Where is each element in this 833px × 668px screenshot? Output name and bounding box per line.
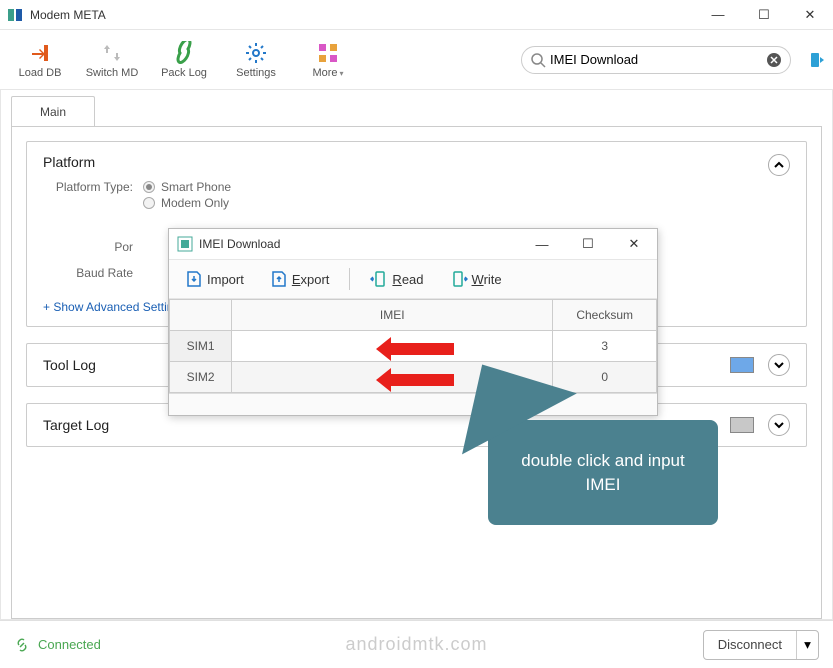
sim2-imei-cell[interactable] xyxy=(232,362,553,393)
port-label: Por xyxy=(43,240,133,254)
more-icon xyxy=(316,41,340,65)
write-icon xyxy=(450,270,468,288)
maximize-button[interactable]: ☐ xyxy=(741,0,787,30)
tab-main[interactable]: Main xyxy=(11,96,95,127)
target-log-title: Target Log xyxy=(43,417,153,433)
dialog-close-button[interactable]: ✕ xyxy=(611,229,657,259)
import-icon xyxy=(185,270,203,288)
toolbar-divider xyxy=(349,268,350,290)
table-row: SIM2 0 xyxy=(170,362,657,393)
search-box[interactable] xyxy=(521,46,791,74)
sim1-label: SIM1 xyxy=(170,331,232,362)
search-input[interactable] xyxy=(546,52,766,67)
pack-log-icon xyxy=(172,41,196,65)
dialog-title: IMEI Download xyxy=(199,237,280,251)
tool-log-collapse-button[interactable] xyxy=(768,354,790,376)
platform-title: Platform xyxy=(43,154,768,170)
load-db-icon xyxy=(28,41,52,65)
export-button[interactable]: Export xyxy=(260,266,340,292)
radio-modem-only[interactable] xyxy=(143,197,155,209)
read-button[interactable]: Read xyxy=(360,266,433,292)
help-icon[interactable] xyxy=(809,52,825,68)
load-db-button[interactable]: Load DB xyxy=(8,34,72,86)
sim1-imei-cell[interactable] xyxy=(232,331,553,362)
switch-md-button[interactable]: Switch MD xyxy=(80,34,144,86)
imei-table: IMEI Checksum SIM1 3 SIM2 xyxy=(169,299,657,393)
write-button[interactable]: Write xyxy=(440,266,512,292)
radio-smart-phone[interactable] xyxy=(143,181,155,193)
dialog-titlebar: IMEI Download — ☐ ✕ xyxy=(169,229,657,259)
close-button[interactable]: ✕ xyxy=(787,0,833,30)
modem-only-label: Modem Only xyxy=(161,196,229,210)
load-db-label: Load DB xyxy=(19,67,62,79)
clear-icon[interactable] xyxy=(766,52,782,68)
sim1-checksum: 3 xyxy=(553,331,657,362)
dialog-statusbar xyxy=(169,393,657,415)
dialog-minimize-button[interactable]: — xyxy=(519,229,565,259)
statusbar: Connected androidmtk.com Disconnect ▾ xyxy=(0,620,833,668)
gear-icon xyxy=(244,41,268,65)
target-log-color-swatch[interactable] xyxy=(730,417,754,433)
sim2-checksum: 0 xyxy=(553,362,657,393)
more-button[interactable]: More▾ xyxy=(296,34,360,86)
import-button[interactable]: Import xyxy=(175,266,254,292)
window-title: Modem META xyxy=(30,8,106,22)
col-sim-header xyxy=(170,300,232,331)
caret-down-icon: ▾ xyxy=(340,69,344,78)
settings-button[interactable]: Settings xyxy=(224,34,288,86)
dialog-icon xyxy=(177,236,193,252)
disconnect-button[interactable]: Disconnect xyxy=(704,631,796,659)
imei-download-dialog: IMEI Download — ☐ ✕ Import Export Read W… xyxy=(168,228,658,416)
window-controls: — ☐ ✕ xyxy=(695,0,833,30)
smart-phone-label: Smart Phone xyxy=(161,180,231,194)
link-icon xyxy=(14,637,30,653)
baud-label: Baud Rate xyxy=(43,266,133,280)
dialog-maximize-button[interactable]: ☐ xyxy=(565,229,611,259)
main-window-titlebar: Modem META — ☐ ✕ xyxy=(0,0,833,30)
connection-status: Connected xyxy=(14,637,101,653)
search-icon xyxy=(530,52,546,68)
sim2-label: SIM2 xyxy=(170,362,232,393)
minimize-button[interactable]: — xyxy=(695,0,741,30)
pack-log-label: Pack Log xyxy=(161,67,207,79)
settings-label: Settings xyxy=(236,67,276,79)
switch-md-icon xyxy=(100,41,124,65)
platform-type-label: Platform Type: xyxy=(43,180,133,194)
col-checksum-header: Checksum xyxy=(553,300,657,331)
disconnect-button-group: Disconnect ▾ xyxy=(703,630,819,660)
tab-bar: Main xyxy=(11,96,822,127)
main-toolbar: Load DB Switch MD Pack Log Settings More… xyxy=(0,30,833,90)
tool-log-color-swatch[interactable] xyxy=(730,357,754,373)
disconnect-split-button[interactable]: ▾ xyxy=(796,631,818,659)
read-icon xyxy=(370,270,388,288)
platform-collapse-button[interactable] xyxy=(768,154,790,176)
more-label: More xyxy=(312,67,337,79)
watermark: androidmtk.com xyxy=(345,634,487,655)
switch-md-label: Switch MD xyxy=(86,67,139,79)
pack-log-button[interactable]: Pack Log xyxy=(152,34,216,86)
app-logo-icon xyxy=(8,7,24,23)
col-imei-header: IMEI xyxy=(232,300,553,331)
tool-log-title: Tool Log xyxy=(43,357,153,373)
export-icon xyxy=(270,270,288,288)
table-row: SIM1 3 xyxy=(170,331,657,362)
dialog-toolbar: Import Export Read Write xyxy=(169,259,657,299)
target-log-collapse-button[interactable] xyxy=(768,414,790,436)
